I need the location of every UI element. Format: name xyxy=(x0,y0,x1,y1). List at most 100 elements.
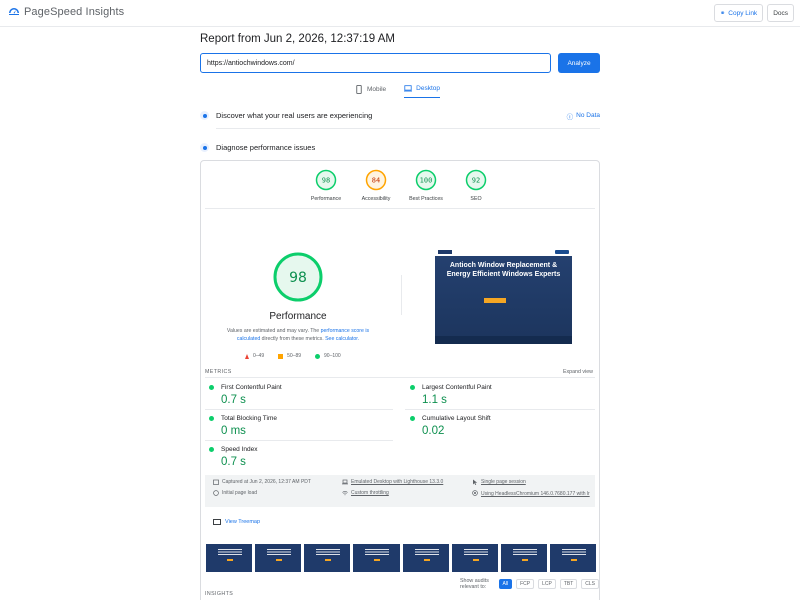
url-input[interactable]: https://antiochwindows.com/ xyxy=(200,53,551,73)
metric-name: Speed Index xyxy=(221,446,258,453)
users-icon xyxy=(200,111,209,120)
metrics-heading: METRICS xyxy=(205,369,232,375)
emulated-info: Emulated Desktop with Lighthouse 13.3.0 xyxy=(342,479,443,485)
filmstrip-frame xyxy=(352,539,401,573)
view-treemap-button[interactable]: View Treemap xyxy=(213,519,260,525)
gauge-accessibility[interactable]: 84 Accessibility xyxy=(351,169,401,202)
filmstrip-frame xyxy=(303,539,352,573)
tab-desktop[interactable]: Desktop xyxy=(404,84,441,98)
legend-label-fail: 0–49 xyxy=(253,353,265,359)
info-icon: ⓘ xyxy=(566,113,574,121)
desktop-icon xyxy=(404,85,413,92)
audit-filter-label: Show audits relevant to: xyxy=(460,578,489,590)
performance-note: Values are estimated and may vary. The p… xyxy=(221,327,375,343)
section-divider xyxy=(216,128,600,129)
legend-item-fail: 0–49 xyxy=(245,353,264,359)
real-users-title: Discover what your real users are experi… xyxy=(216,111,373,120)
tab-desktop-label: Desktop xyxy=(416,85,441,92)
pass-indicator-icon xyxy=(209,385,214,390)
chrome-icon xyxy=(472,490,478,496)
metric-cls: Cumulative Layout Shift 0.02 xyxy=(410,415,491,437)
real-users-section[interactable]: Discover what your real users are experi… xyxy=(200,111,600,121)
filmstrip-frame xyxy=(499,539,548,573)
gauge-label-seo: SEO xyxy=(470,196,482,202)
top-bar: PageSpeed Insights ⚭ Copy Link Docs xyxy=(0,0,800,27)
svg-text:100: 100 xyxy=(420,177,433,185)
session-info: Single page session xyxy=(472,479,526,485)
metric-value: 1.1 s xyxy=(422,394,447,406)
filmstrip-frame xyxy=(254,539,303,573)
see-calculator-link[interactable]: See calculator. xyxy=(325,336,359,342)
app-logo[interactable]: PageSpeed Insights xyxy=(8,6,124,18)
laptop-icon xyxy=(342,479,348,485)
metric-separator xyxy=(205,440,393,441)
pass-indicator-icon xyxy=(209,447,214,452)
filmstrip-frame xyxy=(450,539,499,573)
gauge-best-practices[interactable]: 100 Best Practices xyxy=(401,169,451,202)
report-title: Report from Jun 2, 2026, 12:37:19 AM xyxy=(200,33,395,45)
no-data-indicator: ⓘ No Data xyxy=(567,111,600,121)
preview-cta xyxy=(555,249,569,254)
category-gauges: 98 Performance 84 Accessibility 100 Best… xyxy=(201,169,601,202)
metric-lcp: Largest Contentful Paint 1.1 s xyxy=(410,384,492,406)
card-divider xyxy=(205,208,595,209)
gauge-ring-accessibility: 84 xyxy=(365,169,387,191)
legend-label-pass: 90–100 xyxy=(324,353,341,359)
url-value: https://antiochwindows.com/ xyxy=(207,59,295,67)
session-text[interactable]: Single page session xyxy=(481,479,526,485)
initial-load-text: Initial page load xyxy=(222,490,258,496)
metric-value: 0 ms xyxy=(221,425,246,437)
docs-label: Docs xyxy=(773,9,788,17)
filmstrip xyxy=(205,539,597,573)
metric-name: Cumulative Layout Shift xyxy=(422,415,491,422)
vertical-divider xyxy=(401,275,402,315)
triangle-icon xyxy=(245,353,249,359)
run-info-box: Captured at Jun 2, 2026, 12:37 AM PDT In… xyxy=(205,475,595,507)
view-treemap-label: View Treemap xyxy=(225,519,261,525)
copy-link-button[interactable]: ⚭ Copy Link xyxy=(713,4,764,22)
performance-title: Performance xyxy=(269,311,327,322)
report-card: 98 Performance 84 Accessibility 100 Best… xyxy=(200,160,600,600)
gauge-seo[interactable]: 92 SEO xyxy=(451,169,501,202)
filter-chip-fcp[interactable]: FCP xyxy=(516,579,535,589)
throttling-info: Custom throttling xyxy=(342,490,389,496)
gauge-performance[interactable]: 98 Performance xyxy=(301,169,351,202)
score-legend: 0–49 50–89 90–100 xyxy=(245,353,341,359)
square-icon xyxy=(278,353,284,359)
metric-speed-index: Speed Index 0.7 s xyxy=(209,446,258,468)
metric-name: Largest Contentful Paint xyxy=(422,384,492,391)
throttling-text[interactable]: Custom throttling xyxy=(351,490,389,496)
gauge-label-accessibility: Accessibility xyxy=(361,196,391,202)
insights-heading: INSIGHTS xyxy=(205,591,234,597)
preview-footer-band xyxy=(435,336,572,344)
metrics-divider xyxy=(205,377,595,378)
metric-separator xyxy=(205,409,393,410)
svg-text:92: 92 xyxy=(472,177,480,185)
cursor-icon xyxy=(473,479,478,485)
metric-name: First Contentful Paint xyxy=(221,384,282,391)
filter-chip-cls[interactable]: CLS xyxy=(581,579,599,589)
metric-separator xyxy=(405,409,595,410)
preview-logo xyxy=(438,249,452,254)
tab-mobile-label: Mobile xyxy=(367,85,387,93)
copy-link-label: Copy Link xyxy=(728,9,758,17)
metric-name: Total Blocking Time xyxy=(221,415,277,422)
gauge-label-performance: Performance xyxy=(310,196,342,202)
filter-chip-lcp[interactable]: LCP xyxy=(538,579,556,589)
emulated-text[interactable]: Emulated Desktop with Lighthouse 13.3.0 xyxy=(351,479,443,485)
calendar-icon xyxy=(213,479,219,485)
expand-view-toggle[interactable]: Expand view xyxy=(563,369,593,375)
pagespeed-logo-icon xyxy=(9,8,19,15)
filter-chip-tbt[interactable]: TBT xyxy=(559,579,578,589)
legend-label-average: 50–89 xyxy=(287,353,302,359)
metric-value: 0.02 xyxy=(422,425,445,437)
browser-text[interactable]: Using HeadlessChromium 146.0.7680.177 wi… xyxy=(481,490,590,499)
filmstrip-frame xyxy=(205,539,254,573)
captured-info: Captured at Jun 2, 2026, 12:37 AM PDT xyxy=(213,479,311,485)
timer-icon xyxy=(213,490,219,496)
analyze-button[interactable]: Analyze xyxy=(558,53,600,73)
preview-nav xyxy=(435,247,572,256)
filter-chip-all[interactable]: All xyxy=(498,579,513,589)
docs-button[interactable]: Docs xyxy=(767,4,794,22)
tab-mobile[interactable]: Mobile xyxy=(355,84,386,98)
